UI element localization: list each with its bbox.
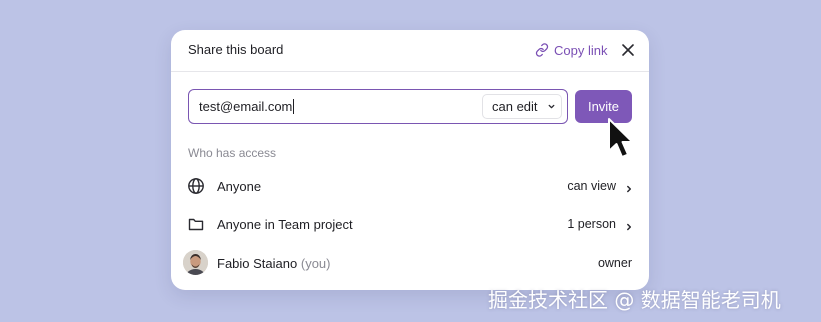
chevron-right-icon: [624, 181, 634, 193]
access-row-permission: can view: [567, 179, 616, 193]
permission-dropdown[interactable]: can edit: [482, 94, 562, 119]
who-has-access-label: Who has access: [188, 146, 277, 160]
dialog-header: Share this board Copy link: [171, 30, 649, 72]
share-dialog: Share this board Copy link test@email.co…: [171, 30, 649, 290]
access-row-permission: 1 person: [567, 217, 616, 231]
access-row-name: Fabio Staiano (you): [217, 256, 331, 271]
access-row-owner[interactable]: Fabio Staiano (you) owner: [183, 250, 634, 275]
link-icon: [535, 43, 549, 57]
permission-dropdown-label: can edit: [492, 99, 538, 114]
access-row-team-project[interactable]: Anyone in Team project 1 person: [186, 212, 634, 236]
access-row-name: Anyone in Team project: [217, 217, 353, 232]
access-row-permission: owner: [597, 256, 632, 270]
avatar: [183, 250, 208, 275]
copy-link-label: Copy link: [554, 42, 608, 58]
folder-icon: [186, 214, 206, 234]
dialog-title: Share this board: [188, 42, 284, 57]
email-field[interactable]: test@email.com can edit: [188, 89, 568, 124]
access-row-anyone[interactable]: Anyone can view: [186, 174, 634, 198]
globe-icon: [186, 176, 206, 196]
text-caret: [293, 99, 295, 114]
chevron-down-icon: [538, 102, 556, 111]
watermark: 掘金技术社区 @ 数据智能老司机: [488, 288, 781, 312]
close-icon: [619, 44, 637, 63]
chevron-right-icon: [624, 219, 634, 231]
email-field-value: test@email.com: [199, 99, 295, 114]
invite-row: test@email.com can edit Invite: [188, 89, 633, 124]
invite-button[interactable]: Invite: [575, 90, 632, 123]
you-suffix: (you): [300, 256, 331, 271]
access-row-name: Anyone: [217, 179, 262, 194]
copy-link-button[interactable]: Copy link: [535, 40, 607, 60]
close-button[interactable]: [619, 41, 637, 59]
